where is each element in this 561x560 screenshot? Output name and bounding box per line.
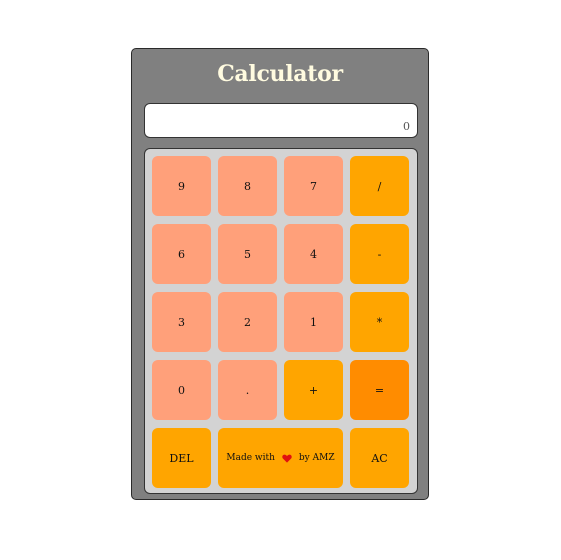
key-multiply[interactable]: *: [350, 292, 409, 352]
app-title: Calculator: [217, 61, 343, 87]
calculator-window: Calculator 0 9 8 7 / 6 5 4 - 3 2 1 * 0 .…: [131, 48, 429, 500]
key-4[interactable]: 4: [284, 224, 343, 284]
credit-suffix: by AMZ: [298, 453, 335, 463]
key-6[interactable]: 6: [152, 224, 211, 284]
keypad: 9 8 7 / 6 5 4 - 3 2 1 * 0 . + = DEL Made…: [144, 148, 418, 494]
key-5[interactable]: 5: [218, 224, 277, 284]
all-clear-button[interactable]: AC: [350, 428, 409, 488]
key-add[interactable]: +: [284, 360, 343, 420]
heart-icon: [282, 453, 292, 463]
result-display: 0: [144, 103, 418, 138]
credit-prefix: Made with: [226, 453, 275, 463]
key-0[interactable]: 0: [152, 360, 211, 420]
key-divide[interactable]: /: [350, 156, 409, 216]
key-1[interactable]: 1: [284, 292, 343, 352]
credit-badge: Made with by AMZ: [218, 428, 343, 488]
key-8[interactable]: 8: [218, 156, 277, 216]
credit-text: Made with by AMZ: [226, 453, 334, 463]
key-decimal[interactable]: .: [218, 360, 277, 420]
key-2[interactable]: 2: [218, 292, 277, 352]
key-3[interactable]: 3: [152, 292, 211, 352]
key-7[interactable]: 7: [284, 156, 343, 216]
key-subtract[interactable]: -: [350, 224, 409, 284]
key-9[interactable]: 9: [152, 156, 211, 216]
delete-button[interactable]: DEL: [152, 428, 211, 488]
key-equals[interactable]: =: [350, 360, 409, 420]
